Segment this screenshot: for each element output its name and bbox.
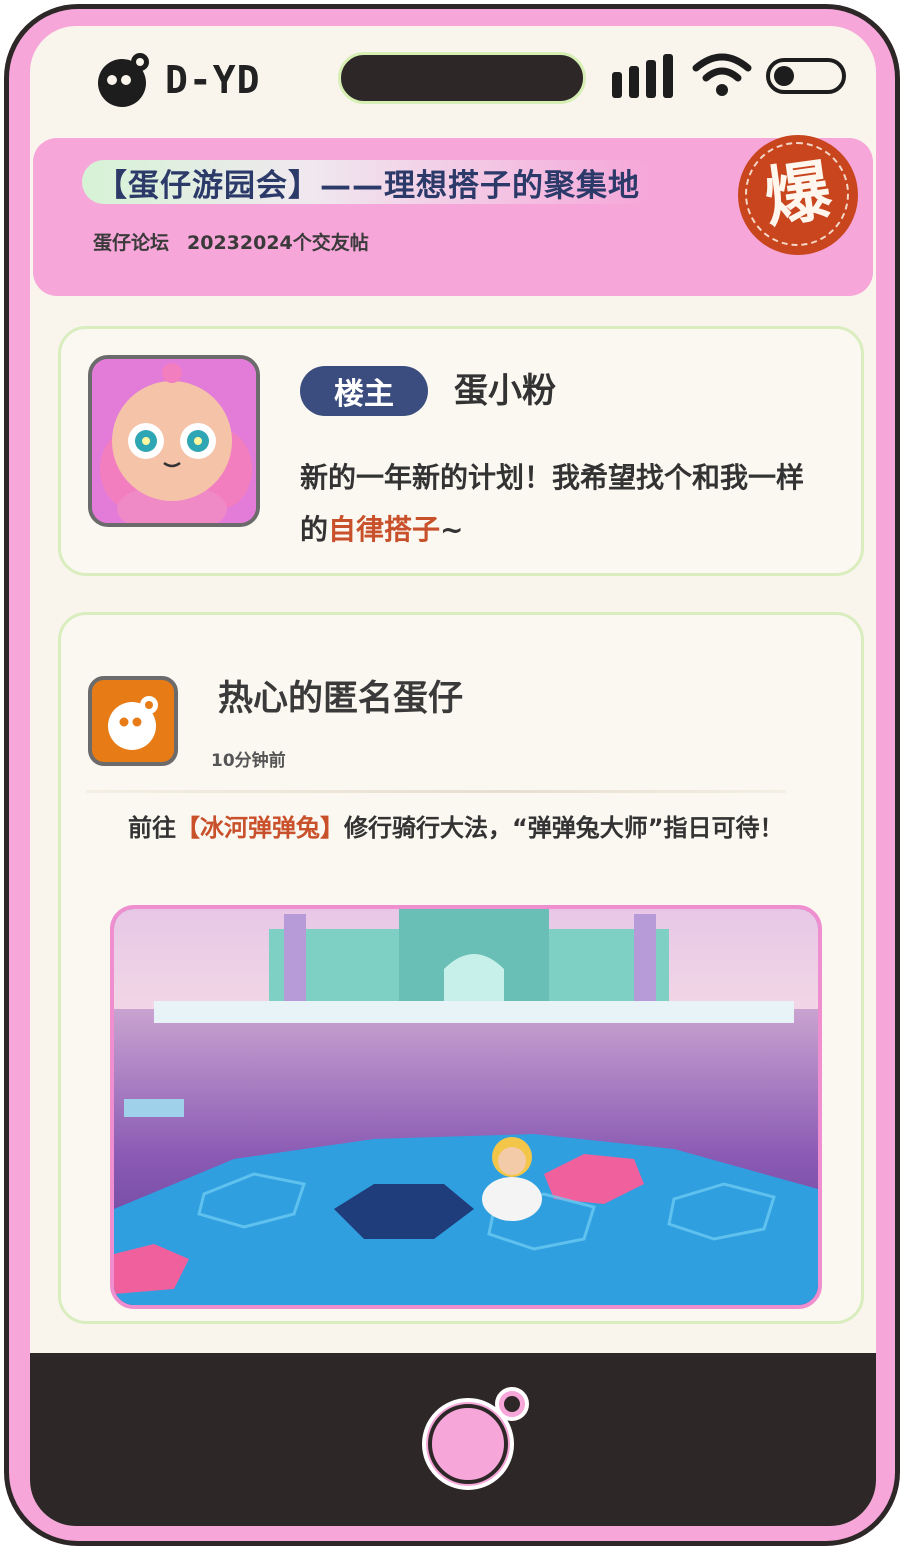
thread-topic: 20232024个交友帖 (187, 232, 369, 254)
wifi-icon (692, 53, 752, 96)
reply-text-tail: 修行骑行大法，“弹弹兔大师”指日可待！ (344, 814, 784, 842)
banner-title: 【蛋仔游园会】——理想搭子的聚集地 (96, 167, 640, 204)
anonymous-egg-icon (108, 696, 158, 750)
op-avatar[interactable] (88, 355, 260, 527)
eggy-character-icon (92, 359, 256, 523)
brand-text: D-YD (165, 58, 261, 102)
op-post-text: 新的一年新的计划！我希望找个和我一样的自律搭子~ (300, 452, 830, 556)
reply-text-lead: 前往 (128, 814, 176, 842)
reply-username[interactable]: 热心的匿名蛋仔 (218, 676, 463, 722)
home-button-icon[interactable] (416, 1382, 536, 1502)
game-map-link[interactable]: 【冰河弹弹兔】 (176, 814, 344, 842)
ice-river-scene-image (114, 909, 818, 1305)
op-text-highlight: 自律搭子 (328, 513, 441, 546)
camera-notch (338, 52, 586, 104)
forum-name[interactable]: 蛋仔论坛 (93, 232, 169, 254)
op-username[interactable]: 蛋小粉 (454, 366, 556, 416)
op-role-badge: 楼主 (300, 366, 428, 416)
signal-bars-icon (612, 54, 682, 98)
banner-subtitle: 蛋仔论坛 20232024个交友帖 (93, 228, 387, 255)
logo-egg-icon (98, 53, 149, 107)
hot-badge: 爆 (738, 135, 858, 255)
battery-icon (766, 58, 846, 94)
reply-divider (86, 790, 786, 793)
hot-badge-text: 爆 (759, 151, 836, 238)
reply-timestamp: 10分钟前 (211, 751, 286, 771)
banner-title-pill: 【蛋仔游园会】——理想搭子的聚集地 (82, 160, 654, 204)
anonymous-avatar[interactable] (88, 676, 178, 766)
op-text-tail: ~ (440, 513, 464, 546)
game-screenshot[interactable] (110, 905, 822, 1309)
reply-text: 前往【冰河弹弹兔】修行骑行大法，“弹弹兔大师”指日可待！ (128, 810, 858, 846)
